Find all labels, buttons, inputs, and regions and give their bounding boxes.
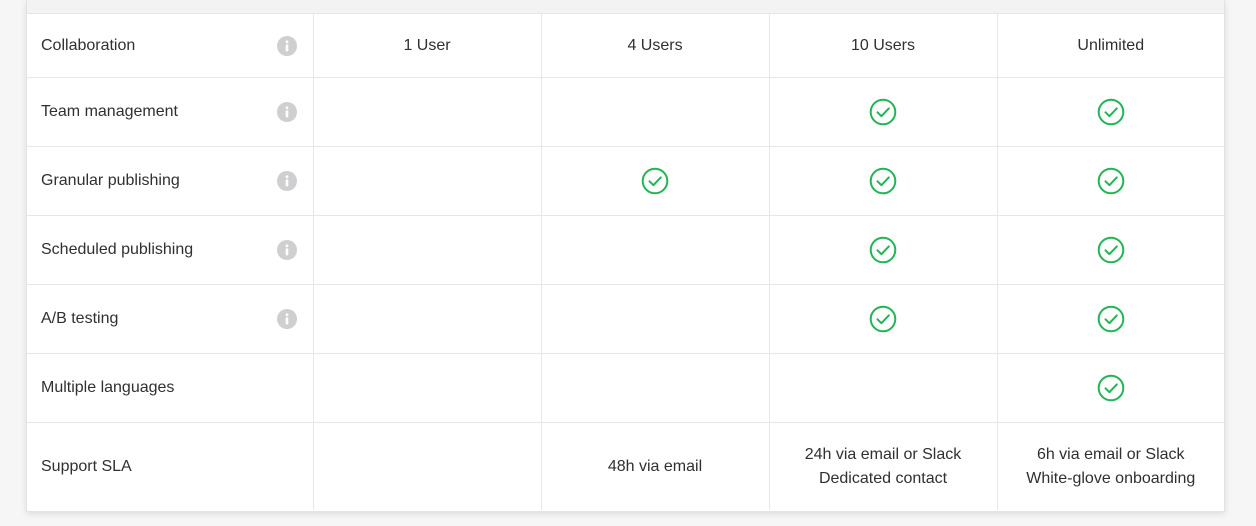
check-circle-icon — [869, 98, 897, 126]
plan-cell — [997, 215, 1224, 285]
plan-cell — [313, 284, 542, 354]
feature-label: Granular publishing — [41, 172, 180, 189]
plan-cell — [313, 422, 542, 510]
plan-cell-text: 48h via email — [607, 457, 703, 475]
plan-cell: 4 Users — [541, 14, 770, 78]
table-row: Granular publishing — [27, 146, 1224, 216]
feature-label: Support SLA — [41, 457, 132, 475]
feature-comparison-table: Collaboration 1 User 4 Users 10 Users Unlimi… — [27, 14, 1224, 510]
feature-label: Collaboration — [41, 36, 136, 54]
check-circle-icon — [1097, 167, 1125, 195]
feature-cell: Support SLA — [27, 422, 314, 510]
plan-cell: 6h via email or Slack White-glove onboar… — [997, 423, 1224, 511]
plan-cell — [997, 284, 1224, 354]
plan-cell: 10 Users — [769, 14, 998, 78]
check-circle-icon — [641, 167, 669, 195]
table-row: Scheduled publishing — [27, 215, 1224, 285]
feature-label: A/B testing — [41, 310, 119, 327]
check-circle-icon — [1097, 98, 1125, 126]
feature-label: Team management — [41, 103, 178, 120]
feature-label: Scheduled publishing — [41, 241, 194, 258]
plan-cell — [997, 353, 1224, 423]
plan-cell — [541, 353, 770, 423]
info-icon[interactable] — [276, 240, 297, 260]
plan-cell: 24h via email or Slack Dedicated contact — [769, 422, 998, 510]
feature-cell: Scheduled publishing — [27, 215, 314, 285]
plan-cell — [997, 146, 1224, 216]
table-row: Team management — [27, 77, 1224, 147]
feature-cell: Granular publishing — [27, 146, 314, 216]
check-circle-icon — [1097, 305, 1125, 333]
plan-cell — [313, 353, 542, 423]
table-row: Collaboration 1 User 4 Users 10 Users Unlimi… — [27, 14, 1224, 78]
plan-cell — [313, 215, 542, 285]
feature-cell: A/B testing — [27, 284, 314, 354]
plan-cell — [769, 284, 998, 354]
feature-cell: Team management — [27, 77, 314, 147]
check-circle-icon — [869, 236, 897, 264]
plan-cell — [769, 353, 998, 423]
plan-cell — [541, 215, 770, 285]
table-top-band — [27, 0, 1224, 14]
plan-cell — [997, 77, 1224, 147]
check-circle-icon — [869, 305, 897, 333]
feature-cell: Collaboration — [27, 14, 314, 78]
plan-cell — [769, 215, 998, 285]
plan-cell-text: Unlimited — [1077, 36, 1145, 54]
plan-cell: Unlimited — [997, 14, 1224, 78]
info-icon[interactable] — [276, 35, 297, 56]
plan-cell: 48h via email — [541, 422, 770, 510]
feature-label: Multiple languages — [41, 379, 175, 396]
info-icon[interactable] — [276, 309, 297, 329]
plan-cell — [769, 77, 998, 147]
plan-cell — [313, 77, 542, 147]
plan-cell-text: 24h via email or Slack Dedicated contact — [804, 445, 962, 487]
info-icon[interactable] — [276, 102, 297, 122]
check-circle-icon — [1097, 374, 1125, 402]
table-row: Support SLA 48h via email 24h via email or… — [27, 422, 1224, 511]
plan-cell — [313, 146, 542, 216]
plan-cell: 1 User — [313, 14, 542, 78]
plan-cell — [541, 146, 770, 216]
plan-cell — [769, 146, 998, 216]
check-circle-icon — [1097, 236, 1125, 264]
plan-cell — [541, 284, 770, 354]
feature-cell: Multiple languages — [27, 353, 314, 423]
table-row: Multiple languages — [27, 353, 1224, 423]
info-icon[interactable] — [276, 171, 297, 191]
plan-cell-text: 1 User — [403, 36, 451, 54]
plan-cell-text: 10 Users — [850, 36, 916, 54]
plan-cell — [541, 77, 770, 147]
plan-cell-text: 4 Users — [627, 36, 683, 54]
plan-cell-text: 6h via email or Slack White-glove onboar… — [1026, 445, 1196, 487]
pricing-comparison-card: Collaboration 1 User 4 Users 10 Users Unlimi… — [26, 0, 1225, 512]
table-row: A/B testing — [27, 284, 1224, 354]
check-circle-icon — [869, 167, 897, 195]
